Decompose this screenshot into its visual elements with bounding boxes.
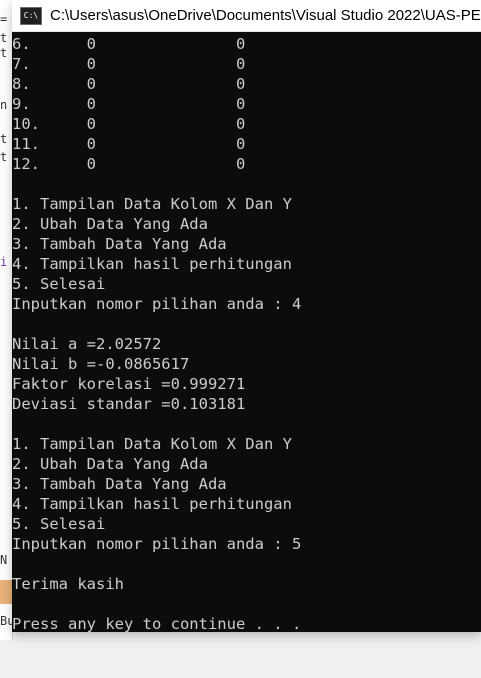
console-line: 3. Tambah Data Yang Ada: [12, 235, 227, 253]
console-line: 10. 0 0: [12, 115, 246, 133]
console-line: 2. Ubah Data Yang Ada: [12, 455, 208, 473]
console-line: Inputkan nomor pilihan anda : 4: [12, 295, 302, 313]
console-line: Terima kasih: [12, 575, 124, 593]
editor-fragment: t: [0, 46, 8, 60]
editor-fragment: n: [0, 98, 8, 112]
console-line: Faktor korelasi =0.999271: [12, 375, 246, 393]
console-line: 2. Ubah Data Yang Ada: [12, 215, 208, 233]
console-line: 5. Selesai: [12, 275, 106, 293]
editor-fragment: t: [0, 150, 8, 164]
console-line: 8. 0 0: [12, 75, 246, 93]
console-line: Nilai b =-0.0865617: [12, 355, 190, 373]
console-line: 6. 0 0: [12, 35, 246, 53]
editor-highlight: [0, 580, 12, 604]
console-line: Deviasi standar =0.103181: [12, 395, 246, 413]
desktop-background: [0, 640, 481, 678]
console-line: Press any key to continue . . .: [12, 615, 302, 632]
console-line: 4. Tampilkan hasil perhitungan: [12, 495, 292, 513]
editor-fragment: N: [0, 553, 8, 567]
console-line: Nilai a =2.02572: [12, 335, 162, 353]
console-window[interactable]: C:\ C:\Users\asus\OneDrive\Documents\Vis…: [12, 0, 481, 632]
editor-fragment: t: [0, 132, 8, 146]
console-titlebar[interactable]: C:\ C:\Users\asus\OneDrive\Documents\Vis…: [12, 0, 481, 32]
console-line: 5. Selesai: [12, 515, 106, 533]
console-line: 7. 0 0: [12, 55, 246, 73]
console-line: 1. Tampilan Data Kolom X Dan Y: [12, 195, 292, 213]
console-line: 11. 0 0: [12, 135, 246, 153]
console-output[interactable]: 6. 0 0 7. 0 0 8. 0 0 9. 0 0 10. 0 0 11. 0 0 12…: [12, 32, 481, 632]
console-line: 4. Tampilkan hasil perhitungan: [12, 255, 292, 273]
console-line: 9. 0 0: [12, 95, 246, 113]
console-line: Inputkan nomor pilihan anda : 5: [12, 535, 302, 553]
console-app-icon: C:\: [20, 6, 42, 25]
editor-fragment: t: [0, 31, 8, 45]
window-title: C:\Users\asus\OneDrive\Documents\Visual …: [50, 7, 481, 24]
console-line: 3. Tambah Data Yang Ada: [12, 475, 227, 493]
editor-fragment: i: [0, 255, 8, 269]
console-line: 12. 0 0: [12, 155, 246, 173]
editor-fragment: =: [0, 12, 8, 26]
console-line: 1. Tampilan Data Kolom X Dan Y: [12, 435, 292, 453]
